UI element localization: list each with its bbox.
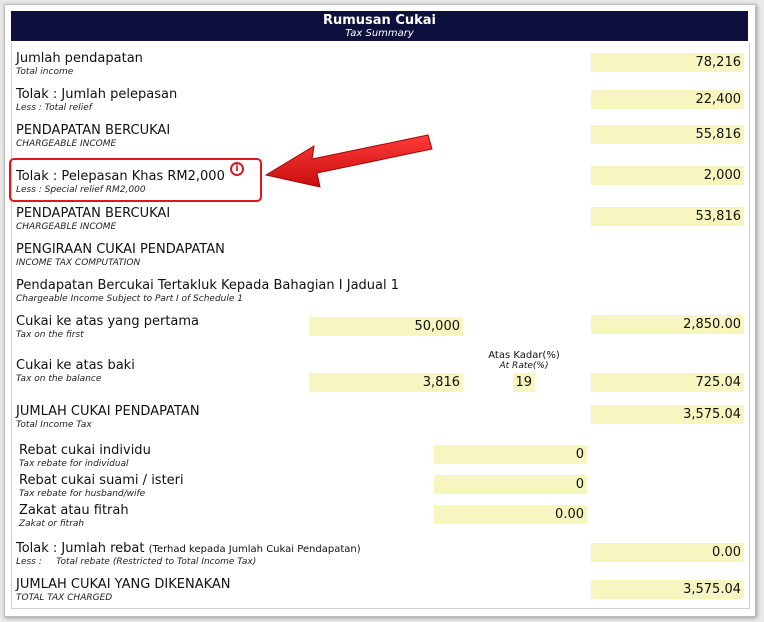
info-icon[interactable]: i (230, 162, 244, 176)
total-income-sublabel: Total income (16, 67, 74, 77)
tax-balance-sublabel: Tax on the balance (16, 374, 102, 384)
tax-balance-rate: 19 (513, 373, 535, 392)
total-rebate-row: Tolak : Jumlah rebat (Terhad kepada Juml… (16, 542, 361, 557)
special-relief-value: 2,000 (591, 166, 744, 185)
chargeable-income-label: PENDAPATAN BERCUKAI (16, 123, 171, 138)
total-tax-sublabel: Total Income Tax (16, 420, 92, 430)
rebate-individual-label: Rebat cukai individu (19, 443, 151, 458)
rebate-individual-value: 0 (434, 445, 587, 464)
zakat-sublabel: Zakat or fitrah (19, 519, 85, 529)
total-rebate-label: Tolak : Jumlah rebat (16, 541, 145, 556)
chargeable-income-2-sublabel: CHARGEABLE INCOME (16, 222, 117, 232)
total-tax-label: JUMLAH CUKAI PENDAPATAN (16, 404, 200, 419)
zakat-label: Zakat atau fitrah (19, 503, 129, 518)
chargeable-income-sublabel: CHARGEABLE INCOME (16, 139, 117, 149)
tax-first-value: 2,850.00 (591, 315, 744, 334)
rebate-spouse-label: Rebat cukai suami / isteri (19, 473, 184, 488)
rate-header: Atas Kadar(%) At Rate(%) (474, 350, 574, 372)
tax-summary-header: Rumusan Cukai Tax Summary (11, 11, 748, 41)
rate-header-label: Atas Kadar(%) (488, 350, 560, 361)
zakat-value: 0.00 (434, 505, 587, 524)
total-income-label: Jumlah pendapatan (16, 51, 143, 66)
tax-first-label: Cukai ke atas yang pertama (16, 314, 200, 329)
tax-first-sublabel: Tax on the first (16, 330, 84, 340)
computation-label: PENGIRAAN CUKAI PENDAPATAN (16, 242, 225, 257)
total-relief-sublabel: Less : Total relief (16, 103, 92, 113)
total-rebate-sublabel: Less : Total rebate (Restricted to Total… (16, 557, 257, 567)
special-relief-label: Tolak : Pelepasan Khas RM2,000 (16, 169, 225, 184)
chargeable-income-value: 55,816 (591, 125, 744, 144)
red-arrow-icon (264, 134, 433, 188)
tax-charged-value: 3,575.04 (591, 580, 744, 599)
rebate-individual-sublabel: Tax rebate for individual (19, 459, 129, 469)
tax-first-amount: 50,000 (309, 317, 463, 336)
tax-balance-label: Cukai ke atas baki (16, 358, 135, 373)
schedule-label: Pendapatan Bercukai Tertakluk Kepada Bah… (16, 278, 400, 293)
total-income-value: 78,216 (591, 53, 744, 72)
total-rebate-value: 0.00 (591, 543, 744, 562)
total-tax-value: 3,575.04 (591, 405, 744, 424)
total-relief-label: Tolak : Jumlah pelepasan (16, 87, 178, 102)
rebate-spouse-sublabel: Tax rebate for husband/wife (19, 489, 146, 499)
tax-balance-value: 725.04 (591, 373, 744, 392)
total-rebate-note: (Terhad kepada Jumlah Cukai Pendapatan) (148, 544, 361, 555)
total-relief-value: 22,400 (591, 90, 744, 109)
header-title: Rumusan Cukai (322, 13, 437, 28)
chargeable-income-2-label: PENDAPATAN BERCUKAI (16, 206, 171, 221)
tax-balance-amount: 3,816 (309, 373, 463, 392)
tax-charged-label: JUMLAH CUKAI YANG DIKENAKAN (16, 577, 231, 592)
rate-header-sublabel: At Rate(%) (499, 361, 549, 371)
rebate-spouse-value: 0 (434, 475, 587, 494)
computation-sublabel: INCOME TAX COMPUTATION (16, 258, 141, 268)
chargeable-income-2-value: 53,816 (591, 207, 744, 226)
schedule-sublabel: Chargeable Income Subject to Part I of S… (16, 294, 243, 304)
header-subtitle: Tax Summary (345, 28, 414, 39)
special-relief-sublabel: Less : Special relief RM2,000 (16, 185, 146, 195)
tax-charged-sublabel: TOTAL TAX CHARGED (16, 593, 113, 603)
